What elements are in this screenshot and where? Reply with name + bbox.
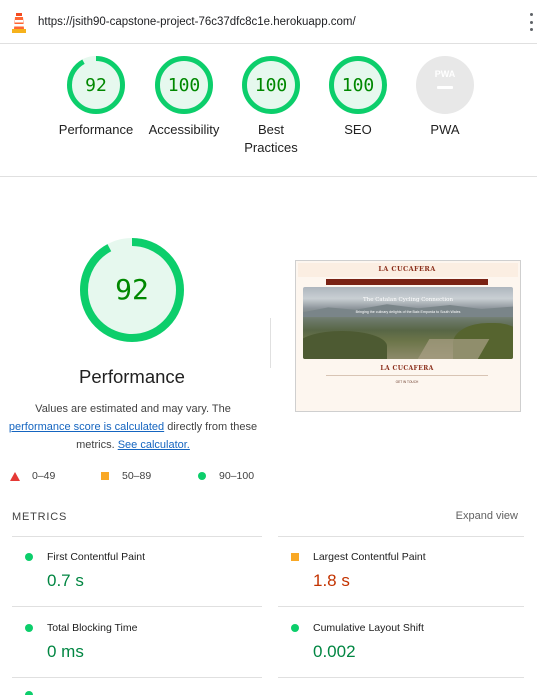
summary-gauges: 92 Performance 100 Accessibility 100 Bes… bbox=[0, 55, 537, 175]
square-icon bbox=[101, 472, 109, 480]
thumb-promo-banner bbox=[326, 279, 488, 285]
performance-gauge: 92 bbox=[80, 238, 184, 342]
see-calculator-link[interactable]: See calculator. bbox=[118, 439, 190, 451]
legend-fail: 0–49 bbox=[10, 470, 55, 482]
vertical-divider bbox=[270, 318, 271, 368]
gauge-best-practices[interactable]: 100 Best Practices bbox=[225, 55, 317, 157]
gauge-label: Best Practices bbox=[244, 122, 298, 155]
metric-label: First Contentful Paint bbox=[47, 551, 146, 563]
gauge-performance[interactable]: 92 Performance bbox=[50, 55, 142, 139]
score-ring-icon: 100 bbox=[242, 56, 300, 114]
pass-circle-icon bbox=[291, 624, 299, 632]
more-menu-icon[interactable] bbox=[529, 13, 533, 31]
legend-range: 90–100 bbox=[219, 470, 255, 482]
thumb-brand: LA CUCAFERA bbox=[378, 265, 436, 273]
gauge-label: PWA bbox=[430, 122, 460, 137]
gauge-accessibility[interactable]: 100 Accessibility bbox=[138, 55, 230, 139]
note-prefix: Values are estimated and may vary. The bbox=[35, 403, 231, 415]
final-screenshot[interactable]: LA CUCAFERA The Catalan Cycling Connecti… bbox=[295, 260, 521, 412]
divider bbox=[0, 176, 537, 177]
circle-icon bbox=[198, 472, 206, 480]
gauge-score: 100 bbox=[168, 75, 201, 96]
score-ring-icon: 92 bbox=[67, 56, 125, 114]
legend-pass: 90–100 bbox=[198, 470, 254, 482]
thumb-footer-brand: LA CUCAFERA bbox=[380, 365, 434, 372]
performance-note: Values are estimated and may vary. The p… bbox=[6, 400, 260, 454]
lighthouse-icon bbox=[12, 13, 26, 33]
performance-score: 92 bbox=[115, 273, 149, 306]
metric-label: Cumulative Layout Shift bbox=[313, 622, 424, 634]
metric-value: 1.8 s bbox=[313, 571, 350, 590]
pass-circle-icon bbox=[25, 624, 33, 632]
thumb-hero-image: The Catalan Cycling Connection Bringing … bbox=[303, 287, 513, 359]
pass-circle-icon bbox=[25, 553, 33, 561]
triangle-icon bbox=[10, 471, 20, 481]
gauge-score: 100 bbox=[342, 75, 375, 96]
metric-label: Largest Contentful Paint bbox=[313, 551, 426, 563]
gauge-seo[interactable]: 100 SEO bbox=[312, 55, 404, 139]
pwa-badge-icon: PWA bbox=[416, 56, 474, 114]
divider bbox=[278, 677, 524, 678]
gauge-label: Accessibility bbox=[148, 122, 220, 137]
score-calculated-link[interactable]: performance score is calculated bbox=[9, 421, 164, 433]
thumb-footer-heading: GET IN TOUCH bbox=[395, 380, 419, 384]
legend-range: 0–49 bbox=[32, 470, 56, 482]
divider bbox=[278, 606, 524, 607]
gauge-score: 100 bbox=[255, 75, 288, 96]
metric-value: 0.002 bbox=[313, 642, 356, 661]
divider bbox=[12, 536, 262, 537]
pwa-badge-text: PWA bbox=[435, 69, 456, 79]
thumb-rule bbox=[326, 375, 488, 376]
url-bar: https://jsith90-capstone-project-76c37df… bbox=[0, 0, 537, 44]
score-ring-icon: 100 bbox=[155, 56, 213, 114]
metric-value: 0.7 s bbox=[47, 571, 84, 590]
score-ring-icon: 100 bbox=[329, 56, 387, 114]
legend-average: 50–89 bbox=[101, 470, 151, 482]
metrics-header: METRICS bbox=[12, 511, 68, 523]
gauge-score: 92 bbox=[85, 75, 107, 96]
page-url: https://jsith90-capstone-project-76c37df… bbox=[38, 16, 356, 28]
pass-circle-icon bbox=[25, 691, 33, 695]
metric-value: 0 ms bbox=[47, 642, 84, 661]
gauge-label: Performance bbox=[58, 122, 134, 137]
divider bbox=[278, 536, 524, 537]
performance-title: Performance bbox=[79, 366, 185, 387]
thumb-hero-subtitle: Bringing the culinary delights of the Ba… bbox=[355, 310, 461, 314]
truncated-title-strip bbox=[0, 0, 537, 5]
legend-range: 50–89 bbox=[122, 470, 152, 482]
thumb-hero-title: The Catalan Cycling Connection bbox=[362, 297, 453, 303]
expand-view-button[interactable]: Expand view bbox=[456, 510, 518, 522]
divider bbox=[12, 606, 262, 607]
gauge-label: SEO bbox=[344, 122, 372, 137]
average-square-icon bbox=[291, 553, 299, 561]
gauge-pwa[interactable]: PWA PWA bbox=[399, 55, 491, 139]
divider bbox=[12, 677, 262, 678]
metric-label: Total Blocking Time bbox=[47, 622, 138, 634]
score-legend: 0–49 50–89 90–100 bbox=[10, 470, 270, 486]
